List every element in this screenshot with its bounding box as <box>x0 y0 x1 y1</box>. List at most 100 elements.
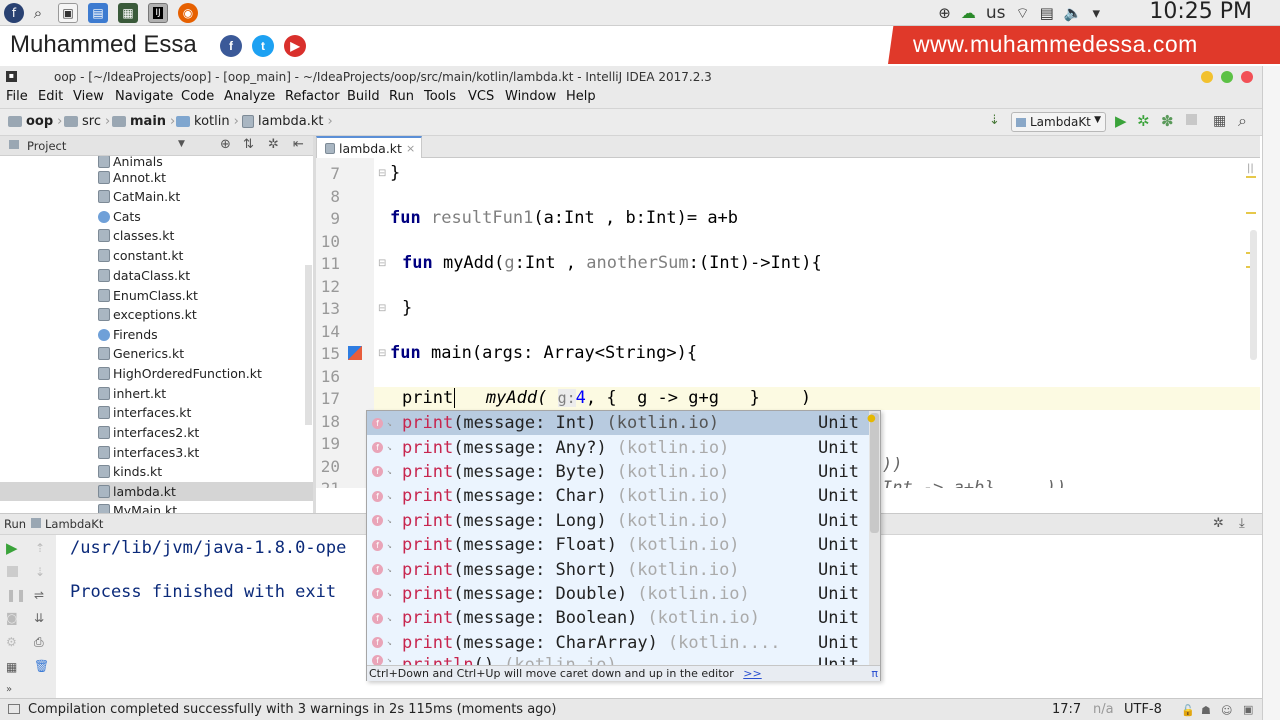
expand-icon[interactable]: » <box>6 684 12 695</box>
completion-scrollbar-thumb[interactable] <box>870 413 879 533</box>
files-icon[interactable]: ▤ <box>88 3 108 23</box>
completion-item-selected[interactable]: f ↘ print (message: Int) (kotlin.io) Unit <box>367 411 869 436</box>
lightbulb-icon[interactable]: ● <box>867 413 876 424</box>
tree-scrollbar[interactable] <box>305 265 312 425</box>
close-button[interactable] <box>1241 71 1253 83</box>
locate-icon[interactable]: ⊕ <box>220 137 231 152</box>
system-monitor-icon[interactable]: ▦ <box>118 3 138 23</box>
stop-button[interactable] <box>1186 114 1197 125</box>
tab-lambda-kt[interactable]: lambda.kt × <box>316 136 422 158</box>
gear-icon[interactable]: ✲ <box>268 137 279 152</box>
pause-icon[interactable]: ❚❚ <box>6 588 26 602</box>
layout-icon[interactable]: ▦ <box>6 660 17 674</box>
breadcrumb-src[interactable]: src › <box>64 114 110 129</box>
event-log-icon[interactable]: ▣ <box>1243 703 1253 716</box>
hector-icon[interactable]: ☺ <box>1221 704 1232 717</box>
menu-vcs[interactable]: VCS <box>468 89 494 104</box>
menu-code[interactable]: Code <box>181 89 214 104</box>
search-icon[interactable]: ⌕ <box>28 3 48 23</box>
tree-item[interactable]: exceptions.kt <box>98 305 197 324</box>
menu-build[interactable]: Build <box>347 89 380 104</box>
line-separator[interactable]: n/a <box>1093 702 1114 717</box>
completion-item[interactable]: f ↘ print (message: Double) (kotlin.io) Unit <box>367 582 869 606</box>
completion-item[interactable]: f ↘ print (message: CharArray) (kotlin.... Un… <box>367 631 869 655</box>
update-icon[interactable]: ⊕ <box>938 4 951 22</box>
completion-item[interactable]: f ↘ print (message: Boolean) (kotlin.io) Unit <box>367 606 869 630</box>
fold-icon[interactable]: ⊟ <box>378 258 386 269</box>
hide-icon[interactable]: ⤓ <box>1239 516 1245 531</box>
debug-icon[interactable]: ✲ <box>1137 112 1150 130</box>
collapse-icon[interactable]: ⇅ <box>243 137 254 152</box>
breadcrumb-kotlin[interactable]: kotlin › <box>176 114 239 129</box>
git-icon[interactable]: ☗ <box>1201 704 1211 717</box>
hide-icon[interactable]: ⇤ <box>293 137 304 152</box>
settings-icon[interactable]: ⚙ <box>6 635 17 649</box>
intellij-icon[interactable]: IJ <box>148 3 168 23</box>
cloud-icon[interactable]: ☁ <box>961 4 976 22</box>
breadcrumb-file[interactable]: lambda.kt › <box>242 114 333 129</box>
caret-position[interactable]: 17:7 <box>1052 702 1081 717</box>
tool-windows-icon[interactable] <box>8 704 20 714</box>
coverage-icon[interactable]: ✽ <box>1161 112 1174 130</box>
scroll-end-icon[interactable]: ⇊ <box>34 611 44 625</box>
tree-item[interactable]: interfaces.kt <box>98 403 191 422</box>
editor-scrollbar[interactable] <box>1250 230 1257 360</box>
warning-marker[interactable] <box>1246 212 1256 214</box>
lock-icon[interactable]: 🔓 <box>1181 704 1195 717</box>
menu-run[interactable]: Run <box>389 89 414 104</box>
gear-icon[interactable]: ✲ <box>1213 516 1224 531</box>
wifi-icon[interactable]: ⌔ <box>1015 4 1029 23</box>
completion-item[interactable]: f ↘ print (message: Short) (kotlin.io) Unit <box>367 557 869 581</box>
menu-file[interactable]: File <box>6 89 28 104</box>
breadcrumb-main[interactable]: main › <box>112 114 175 129</box>
down-arrow-icon[interactable]: ⇣ <box>35 565 45 579</box>
project-panel-title[interactable]: Project <box>27 139 66 153</box>
firefox-icon[interactable]: ◉ <box>178 3 198 23</box>
run-gutter-icon[interactable] <box>348 346 362 360</box>
completion-item[interactable]: f ↘ print (message: Float) (kotlin.io) Unit <box>367 533 869 557</box>
menu-help[interactable]: Help <box>566 89 596 104</box>
completion-item[interactable]: f ↘ print (message: Any?) (kotlin.io) Unit <box>367 435 869 459</box>
trash-icon[interactable]: 🗑 <box>34 659 49 673</box>
run-config-select[interactable]: LambdaKt ▼ <box>1011 112 1106 132</box>
up-arrow-icon[interactable]: ⇡ <box>35 541 45 555</box>
menu-navigate[interactable]: Navigate <box>115 89 173 104</box>
pi-icon[interactable]: π <box>871 667 878 680</box>
tree-item[interactable]: inhert.kt <box>98 384 166 403</box>
menu-edit[interactable]: Edit <box>38 89 63 104</box>
breadcrumb-oop[interactable]: oop › <box>8 114 62 129</box>
fedora-icon[interactable]: f <box>4 3 24 23</box>
fold-icon[interactable]: ⊟ <box>378 303 386 314</box>
menu-analyze[interactable]: Analyze <box>224 89 275 104</box>
clipboard-icon[interactable]: ▤ <box>1040 4 1054 22</box>
tree-item[interactable]: classes.kt <box>98 226 174 245</box>
tree-item[interactable]: HighOrderedFunction.kt <box>98 364 262 383</box>
tree-item[interactable]: Annot.kt <box>98 168 166 187</box>
menu-tools[interactable]: Tools <box>424 89 456 104</box>
menu-window[interactable]: Window <box>505 89 556 104</box>
keyboard-layout[interactable]: us <box>986 3 1006 23</box>
tree-item[interactable]: CatMain.kt <box>98 187 180 206</box>
file-encoding[interactable]: UTF-8 <box>1124 702 1162 717</box>
inspection-status-icon[interactable]: || <box>1247 163 1254 174</box>
tree-item[interactable]: dataClass.kt <box>98 266 190 285</box>
project-structure-icon[interactable]: ▦ <box>1213 113 1226 129</box>
tree-item[interactable]: interfaces2.kt <box>98 423 199 442</box>
fold-icon[interactable]: ⊟ <box>378 168 386 179</box>
chevron-down-icon[interactable]: ▼ <box>178 139 185 149</box>
completion-item[interactable]: f ↘ print (message: Byte) (kotlin.io) Unit <box>367 460 869 484</box>
tree-item[interactable]: EnumClass.kt <box>98 286 198 305</box>
tree-item[interactable]: Generics.kt <box>98 344 184 363</box>
clock[interactable]: 10:25 PM <box>1149 0 1252 24</box>
menu-view[interactable]: View <box>73 89 104 104</box>
completion-more-link[interactable]: >> <box>743 667 761 680</box>
run-config-tab[interactable]: LambdaKt <box>45 517 103 531</box>
warning-marker[interactable] <box>1246 176 1256 178</box>
completion-item[interactable]: f ↘ println() (kotlin.io) Unit <box>367 655 869 665</box>
tree-item[interactable]: MyMain.kt <box>98 501 177 513</box>
tree-item[interactable]: Firends <box>98 325 158 344</box>
completion-item[interactable]: f ↘ print (message: Char) (kotlin.io) Unit <box>367 484 869 508</box>
completion-item[interactable]: f ↘ print (message: Long) (kotlin.io) Unit <box>367 509 869 533</box>
run-panel-title[interactable]: Run <box>4 517 26 531</box>
wrap-icon[interactable]: ⇌ <box>34 588 44 602</box>
